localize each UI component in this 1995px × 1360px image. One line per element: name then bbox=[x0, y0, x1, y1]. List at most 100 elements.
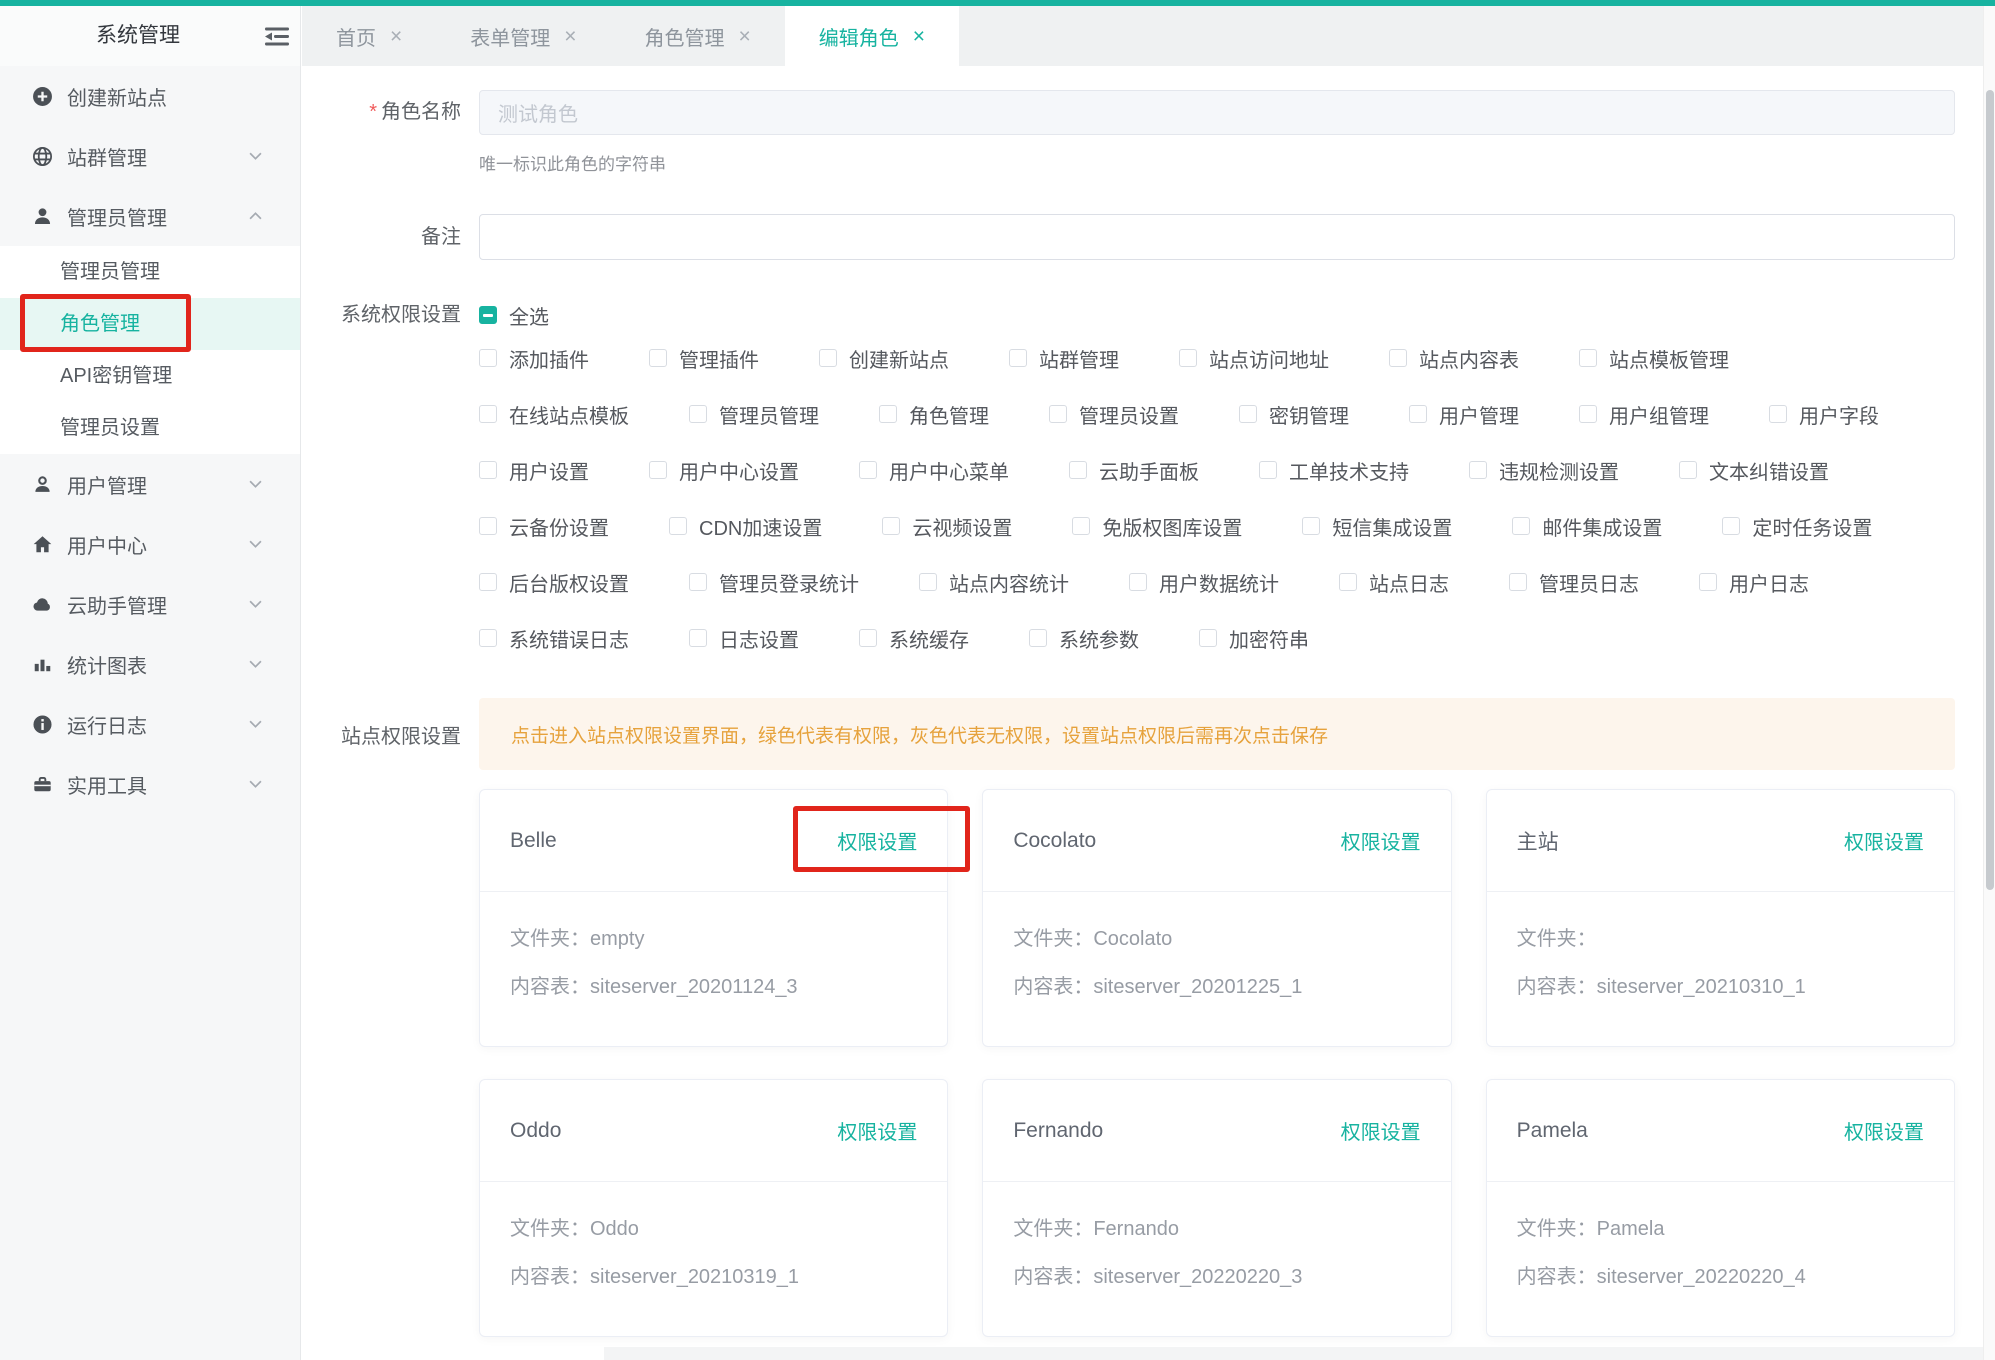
permission-checkbox[interactable]: 站群管理 bbox=[1009, 344, 1119, 373]
tab-form-management[interactable]: 表单管理 × bbox=[436, 6, 610, 66]
site-name: 主站 bbox=[1517, 826, 1559, 856]
table-value: siteserver_20210310_1 bbox=[1597, 976, 1806, 998]
role-name-input[interactable]: 测试角色 bbox=[479, 90, 1955, 135]
permission-checkbox[interactable]: 云备份设置 bbox=[479, 512, 609, 541]
permission-label: 站点内容表 bbox=[1419, 344, 1519, 373]
permission-checkbox[interactable]: 云视频设置 bbox=[882, 512, 1012, 541]
scrollbar-thumb[interactable] bbox=[1986, 90, 1994, 890]
permission-checkbox[interactable]: 用户中心菜单 bbox=[859, 456, 1009, 485]
permission-checkbox[interactable]: 管理插件 bbox=[649, 344, 759, 373]
permission-checkbox[interactable]: 站点日志 bbox=[1339, 568, 1449, 597]
permission-checkbox[interactable]: 用户组管理 bbox=[1579, 400, 1709, 429]
permission-checkbox[interactable]: 在线站点模板 bbox=[479, 400, 629, 429]
sidebar-item-user-management[interactable]: 用户管理 bbox=[0, 454, 300, 514]
folder-label: 文件夹： bbox=[1517, 928, 1597, 950]
sidebar-subitem-admin-management[interactable]: 管理员管理 bbox=[0, 246, 300, 298]
permission-checkbox[interactable]: 云助手面板 bbox=[1069, 456, 1199, 485]
remark-row: 备注 bbox=[336, 214, 1955, 260]
menu-fold-icon[interactable] bbox=[263, 26, 291, 47]
permission-checkbox[interactable]: 文本纠错设置 bbox=[1679, 456, 1829, 485]
briefcase-icon bbox=[32, 774, 53, 795]
vertical-scrollbar[interactable] bbox=[1983, 6, 1995, 1360]
permission-checkbox[interactable]: 用户中心设置 bbox=[649, 456, 799, 485]
user-icon bbox=[32, 474, 53, 495]
sidebar-item-admin-management[interactable]: 管理员管理 bbox=[0, 186, 300, 246]
permission-checkbox[interactable]: 角色管理 bbox=[879, 400, 989, 429]
sidebar-item-site-group[interactable]: 站群管理 bbox=[0, 126, 300, 186]
permission-label: 免版权图库设置 bbox=[1102, 512, 1242, 541]
permission-checkbox[interactable]: 违规检测设置 bbox=[1469, 456, 1619, 485]
permission-checkbox[interactable]: 用户数据统计 bbox=[1129, 568, 1279, 597]
sidebar-item-run-logs[interactable]: 运行日志 bbox=[0, 694, 300, 754]
checkbox-icon bbox=[1339, 573, 1357, 591]
permission-settings-link[interactable]: 权限设置 bbox=[837, 826, 917, 855]
permission-checkbox[interactable]: 站点模板管理 bbox=[1579, 344, 1729, 373]
permission-checkbox[interactable]: 工单技术支持 bbox=[1259, 456, 1409, 485]
permission-checkbox[interactable]: 管理员登录统计 bbox=[689, 568, 859, 597]
sidebar-subitem-role-management[interactable]: 角色管理 bbox=[0, 298, 300, 350]
permission-checkbox[interactable]: 邮件集成设置 bbox=[1512, 512, 1662, 541]
permission-settings-link[interactable]: 权限设置 bbox=[837, 1116, 917, 1145]
permission-settings-link[interactable]: 权限设置 bbox=[1341, 826, 1421, 855]
site-card-belle: Belle 权限设置 文件夹：empty 内容表：siteserver_2020… bbox=[479, 789, 948, 1047]
permission-checkbox[interactable]: 系统缓存 bbox=[859, 624, 969, 653]
table-value: siteserver_20201225_1 bbox=[1093, 976, 1302, 998]
permission-settings-link[interactable]: 权限设置 bbox=[1341, 1116, 1421, 1145]
checkbox-icon bbox=[1722, 517, 1740, 535]
permission-label: 管理员登录统计 bbox=[719, 568, 859, 597]
admin-submenu: 管理员管理 角色管理 API密钥管理 管理员设置 bbox=[0, 246, 300, 454]
permission-checkbox[interactable]: 创建新站点 bbox=[819, 344, 949, 373]
permission-checkbox[interactable]: 添加插件 bbox=[479, 344, 589, 373]
permission-label: 管理员日志 bbox=[1539, 568, 1639, 597]
permission-checkbox[interactable]: 用户管理 bbox=[1409, 400, 1519, 429]
close-icon[interactable]: × bbox=[739, 26, 751, 47]
permission-checkbox[interactable]: 定时任务设置 bbox=[1722, 512, 1872, 541]
sidebar-item-cloud-assistant[interactable]: 云助手管理 bbox=[0, 574, 300, 634]
permission-checkbox[interactable]: 系统错误日志 bbox=[479, 624, 629, 653]
permission-checkbox[interactable]: 系统参数 bbox=[1029, 624, 1139, 653]
permission-checkbox[interactable]: 管理员日志 bbox=[1509, 568, 1639, 597]
close-icon[interactable]: × bbox=[564, 26, 576, 47]
sidebar-item-statistics[interactable]: 统计图表 bbox=[0, 634, 300, 694]
permission-checkbox[interactable]: 密钥管理 bbox=[1239, 400, 1349, 429]
tab-role-management[interactable]: 角色管理 × bbox=[611, 6, 785, 66]
permission-checkbox[interactable]: 站点内容统计 bbox=[919, 568, 1069, 597]
permission-checkbox[interactable]: 站点内容表 bbox=[1389, 344, 1519, 373]
permission-checkbox[interactable]: 用户字段 bbox=[1769, 400, 1879, 429]
permission-checkbox[interactable]: CDN加速设置 bbox=[669, 512, 822, 541]
permission-settings-link[interactable]: 权限设置 bbox=[1844, 1116, 1924, 1145]
permission-settings-link[interactable]: 权限设置 bbox=[1844, 826, 1924, 855]
permission-checkbox[interactable]: 后台版权设置 bbox=[479, 568, 629, 597]
tab-home[interactable]: 首页 × bbox=[302, 6, 436, 66]
permission-checkbox[interactable]: 短信集成设置 bbox=[1302, 512, 1452, 541]
close-icon[interactable]: × bbox=[913, 26, 925, 47]
close-icon[interactable]: × bbox=[390, 26, 402, 47]
select-all-checkbox[interactable]: 全选 bbox=[479, 301, 549, 330]
sidebar-item-create-site[interactable]: 创建新站点 bbox=[0, 66, 300, 126]
permission-checkbox[interactable]: 站点访问地址 bbox=[1179, 344, 1329, 373]
select-all-label: 全选 bbox=[509, 301, 549, 330]
permission-checkbox[interactable]: 日志设置 bbox=[689, 624, 799, 653]
sidebar-item-utilities[interactable]: 实用工具 bbox=[0, 754, 300, 814]
permission-label: 邮件集成设置 bbox=[1542, 512, 1662, 541]
permission-checkbox[interactable]: 管理员管理 bbox=[689, 400, 819, 429]
permission-label: 用户设置 bbox=[509, 456, 589, 485]
sidebar-item-label: 用户中心 bbox=[67, 530, 147, 559]
table-label: 内容表： bbox=[1013, 976, 1093, 998]
permission-checkbox[interactable]: 用户设置 bbox=[479, 456, 589, 485]
bar-chart-icon bbox=[32, 654, 53, 675]
permission-label: 在线站点模板 bbox=[509, 400, 629, 429]
permission-checkbox[interactable]: 免版权图库设置 bbox=[1072, 512, 1242, 541]
permission-checkbox[interactable]: 加密符串 bbox=[1199, 624, 1309, 653]
remark-input[interactable] bbox=[479, 214, 1955, 260]
sidebar-subitem-admin-settings[interactable]: 管理员设置 bbox=[0, 402, 300, 454]
permission-checkbox[interactable]: 用户日志 bbox=[1699, 568, 1809, 597]
tab-edit-role[interactable]: 编辑角色 × bbox=[785, 6, 959, 66]
permission-checkbox[interactable]: 管理员设置 bbox=[1049, 400, 1179, 429]
permission-label: 系统参数 bbox=[1059, 624, 1139, 653]
page: 系统管理 创建新站点 站群管理 bbox=[0, 0, 1995, 1360]
sidebar-subitem-api-key[interactable]: API密钥管理 bbox=[0, 350, 300, 402]
permission-label: 角色管理 bbox=[909, 400, 989, 429]
checkbox-icon bbox=[1049, 405, 1067, 423]
sidebar-item-user-center[interactable]: 用户中心 bbox=[0, 514, 300, 574]
